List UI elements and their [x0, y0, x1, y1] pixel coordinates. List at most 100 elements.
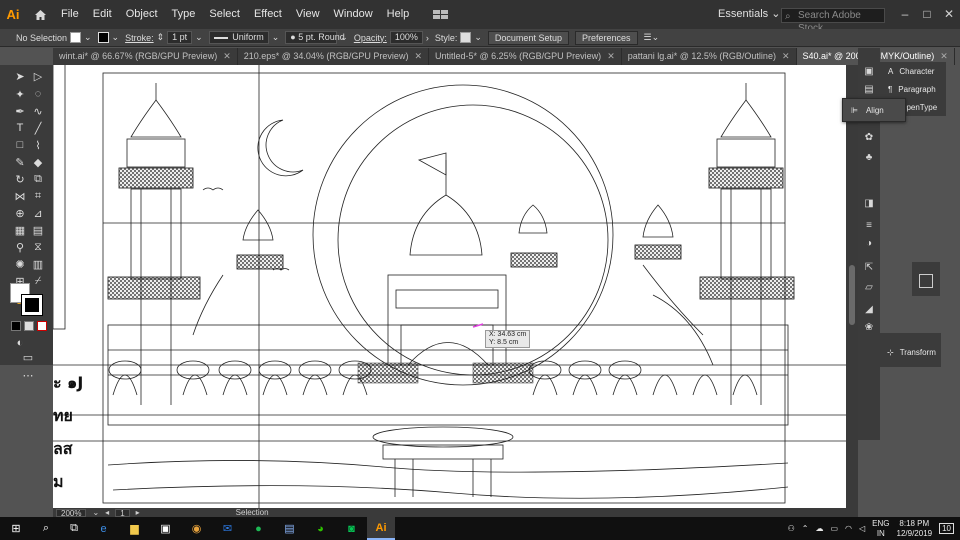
slice-tool-icon[interactable]: ⌿ — [30, 273, 46, 289]
messenger-icon[interactable]: ▤ — [274, 517, 305, 540]
opacity-field[interactable]: 100% — [389, 31, 423, 44]
close-button[interactable]: ✕ — [938, 0, 960, 29]
network-icon[interactable]: ▭ — [830, 524, 838, 533]
clock[interactable]: 8:18 PM 12/9/2019 — [897, 519, 933, 539]
minimize-button[interactable]: – — [894, 0, 916, 29]
home-icon[interactable] — [26, 0, 54, 29]
fill-swatch[interactable] — [70, 32, 81, 43]
properties-icon[interactable]: ▣ — [862, 64, 876, 78]
menu-edit[interactable]: Edit — [86, 0, 119, 29]
gradient-icon[interactable]: ◨ — [862, 196, 876, 210]
tab-210[interactable]: 210.eps* @ 34.04% (RGB/GPU Preview) ✕ — [238, 48, 429, 65]
type-tool-icon[interactable]: T — [12, 120, 28, 136]
input-language[interactable]: ENG IN — [872, 519, 889, 539]
cloud-icon[interactable]: ☁ — [815, 524, 823, 533]
volume-icon[interactable]: ◁ — [859, 524, 865, 533]
tab-wint[interactable]: wint.ai* @ 66.67% (RGB/GPU Preview) ✕ — [53, 48, 238, 65]
opacity-control[interactable]: Opacity: 100% › — [354, 31, 429, 44]
people-icon[interactable]: ⚇ — [788, 524, 795, 533]
gradient-tool-icon[interactable]: ▤ — [30, 222, 46, 238]
column-graph-icon[interactable]: ▥ — [30, 256, 46, 272]
scroll-thumb[interactable] — [849, 265, 855, 325]
document-setup-button[interactable]: Document Setup — [487, 30, 569, 45]
windows-start-icon[interactable]: ⊞ — [0, 517, 32, 540]
task-view-icon[interactable]: ⧉ — [60, 517, 88, 540]
menu-object[interactable]: Object — [119, 0, 165, 29]
zoom-field[interactable]: 200% — [56, 508, 87, 517]
curvature-tool-icon[interactable]: ∿ — [30, 103, 46, 119]
search-icon[interactable]: ⌕ — [32, 517, 60, 540]
artboard-number[interactable]: 1 — [115, 508, 130, 517]
image-trace-icon[interactable]: ▱ — [862, 280, 876, 294]
layers-icon[interactable]: ▤ — [862, 82, 876, 96]
stroke-color-swatch[interactable] — [21, 294, 43, 316]
stroke-weight-field[interactable]: 1 pt — [167, 31, 193, 44]
symbol-sprayer-icon[interactable]: ✺ — [12, 256, 28, 272]
prev-artboard-icon[interactable]: ◂ — [105, 508, 109, 517]
perspective-grid-icon[interactable]: ⊿ — [30, 205, 46, 221]
file-explorer-icon[interactable]: ▆ — [119, 517, 150, 540]
chevron-down-icon[interactable]: ⌄ — [92, 508, 99, 517]
close-icon[interactable]: ✕ — [607, 48, 615, 65]
chevron-down-icon[interactable]: ⌄ — [474, 32, 482, 43]
brushes-icon[interactable]: ✿ — [862, 130, 876, 144]
style-swatch[interactable] — [460, 32, 472, 43]
transform-panel-tab[interactable]: ⊹ Transform — [879, 343, 941, 361]
notification-icon[interactable]: 10 — [939, 523, 954, 534]
brush-dropdown[interactable]: ● 5 pt. Round — [285, 31, 345, 44]
preferences-button[interactable]: Preferences — [574, 30, 638, 45]
variable-width-profile[interactable]: Uniform ⌄ — [208, 31, 280, 44]
menu-view[interactable]: View — [289, 0, 327, 29]
paintbrush-icon[interactable]: ⌇ — [30, 137, 46, 153]
style-control[interactable]: Style: ⌄ — [435, 32, 482, 43]
appearance-icon[interactable]: ◢ — [862, 302, 876, 316]
spotify-icon[interactable]: ● — [243, 517, 274, 540]
pathfinder-icon[interactable] — [919, 274, 933, 288]
workspace-switcher[interactable]: Essentials ⌄ — [718, 0, 780, 29]
paragraph-panel-tab[interactable]: ¶ Paragraph — [880, 80, 946, 98]
rectangle-tool-icon[interactable]: □ — [12, 137, 28, 153]
direct-selection-tool-icon[interactable]: ▷ — [30, 68, 46, 84]
app-logo[interactable]: Ai — [0, 0, 26, 29]
mesh-tool-icon[interactable]: ▦ — [12, 222, 28, 238]
search-input[interactable]: ⌕ Search Adobe Stock — [781, 8, 885, 34]
menu-window[interactable]: Window — [327, 0, 380, 29]
mail-icon[interactable]: ✉ — [212, 517, 243, 540]
edge-browser-icon[interactable]: e — [88, 517, 119, 540]
close-icon[interactable]: ✕ — [782, 48, 790, 65]
store-icon[interactable]: ▣ — [150, 517, 181, 540]
fill-control[interactable]: ⌄ — [70, 32, 92, 43]
shape-builder-icon[interactable]: ⊕ — [12, 205, 28, 221]
chevron-down-icon[interactable]: ⌄ — [195, 32, 203, 43]
stroke-label[interactable]: Stroke: — [125, 33, 154, 43]
menu-file[interactable]: File — [54, 0, 86, 29]
eyedropper-icon[interactable]: ⚲ — [12, 239, 28, 255]
tab-pattani[interactable]: pattani lg.ai* @ 12.5% (RGB/Outline) ✕ — [622, 48, 797, 65]
menu-type[interactable]: Type — [165, 0, 203, 29]
menu-select[interactable]: Select — [202, 0, 247, 29]
menu-effect[interactable]: Effect — [247, 0, 289, 29]
gradient-mode-icon[interactable] — [24, 321, 34, 331]
close-icon[interactable]: ✕ — [223, 48, 231, 65]
free-transform-icon[interactable]: ⌗ — [30, 188, 46, 204]
arrange-documents-icon[interactable] — [428, 5, 456, 25]
eraser-icon[interactable]: ◆ — [30, 154, 46, 170]
align-panel-flyout[interactable]: ⊫ Align — [842, 98, 906, 122]
stroke-swatch[interactable] — [97, 32, 109, 43]
width-tool-icon[interactable]: ⋈ — [12, 188, 28, 204]
brush-definition[interactable]: ● 5 pt. Round ⌄ — [285, 31, 348, 44]
none-mode-icon[interactable] — [37, 321, 47, 331]
rotate-tool-icon[interactable]: ↻ — [12, 171, 28, 187]
screen-mode-icon[interactable]: ▭ — [20, 349, 36, 365]
stroke-panel-icon[interactable]: ≡ — [862, 218, 876, 232]
chevron-right-icon[interactable]: › — [426, 33, 429, 43]
symbols-icon[interactable]: ♣ — [862, 150, 876, 164]
blend-tool-icon[interactable]: ⧖ — [30, 239, 46, 255]
wifi-icon[interactable]: ◠ — [845, 524, 852, 533]
chevron-down-icon[interactable]: ⌄ — [272, 32, 280, 43]
graphic-styles-icon[interactable]: ❀ — [862, 320, 876, 334]
line-tool-icon[interactable]: ╱ — [30, 120, 46, 136]
stepper-icon[interactable]: ⇕ — [157, 32, 165, 43]
show-hidden-icons[interactable]: ⌃ — [802, 524, 809, 533]
more-tools-icon[interactable]: ⋯ — [20, 367, 36, 383]
